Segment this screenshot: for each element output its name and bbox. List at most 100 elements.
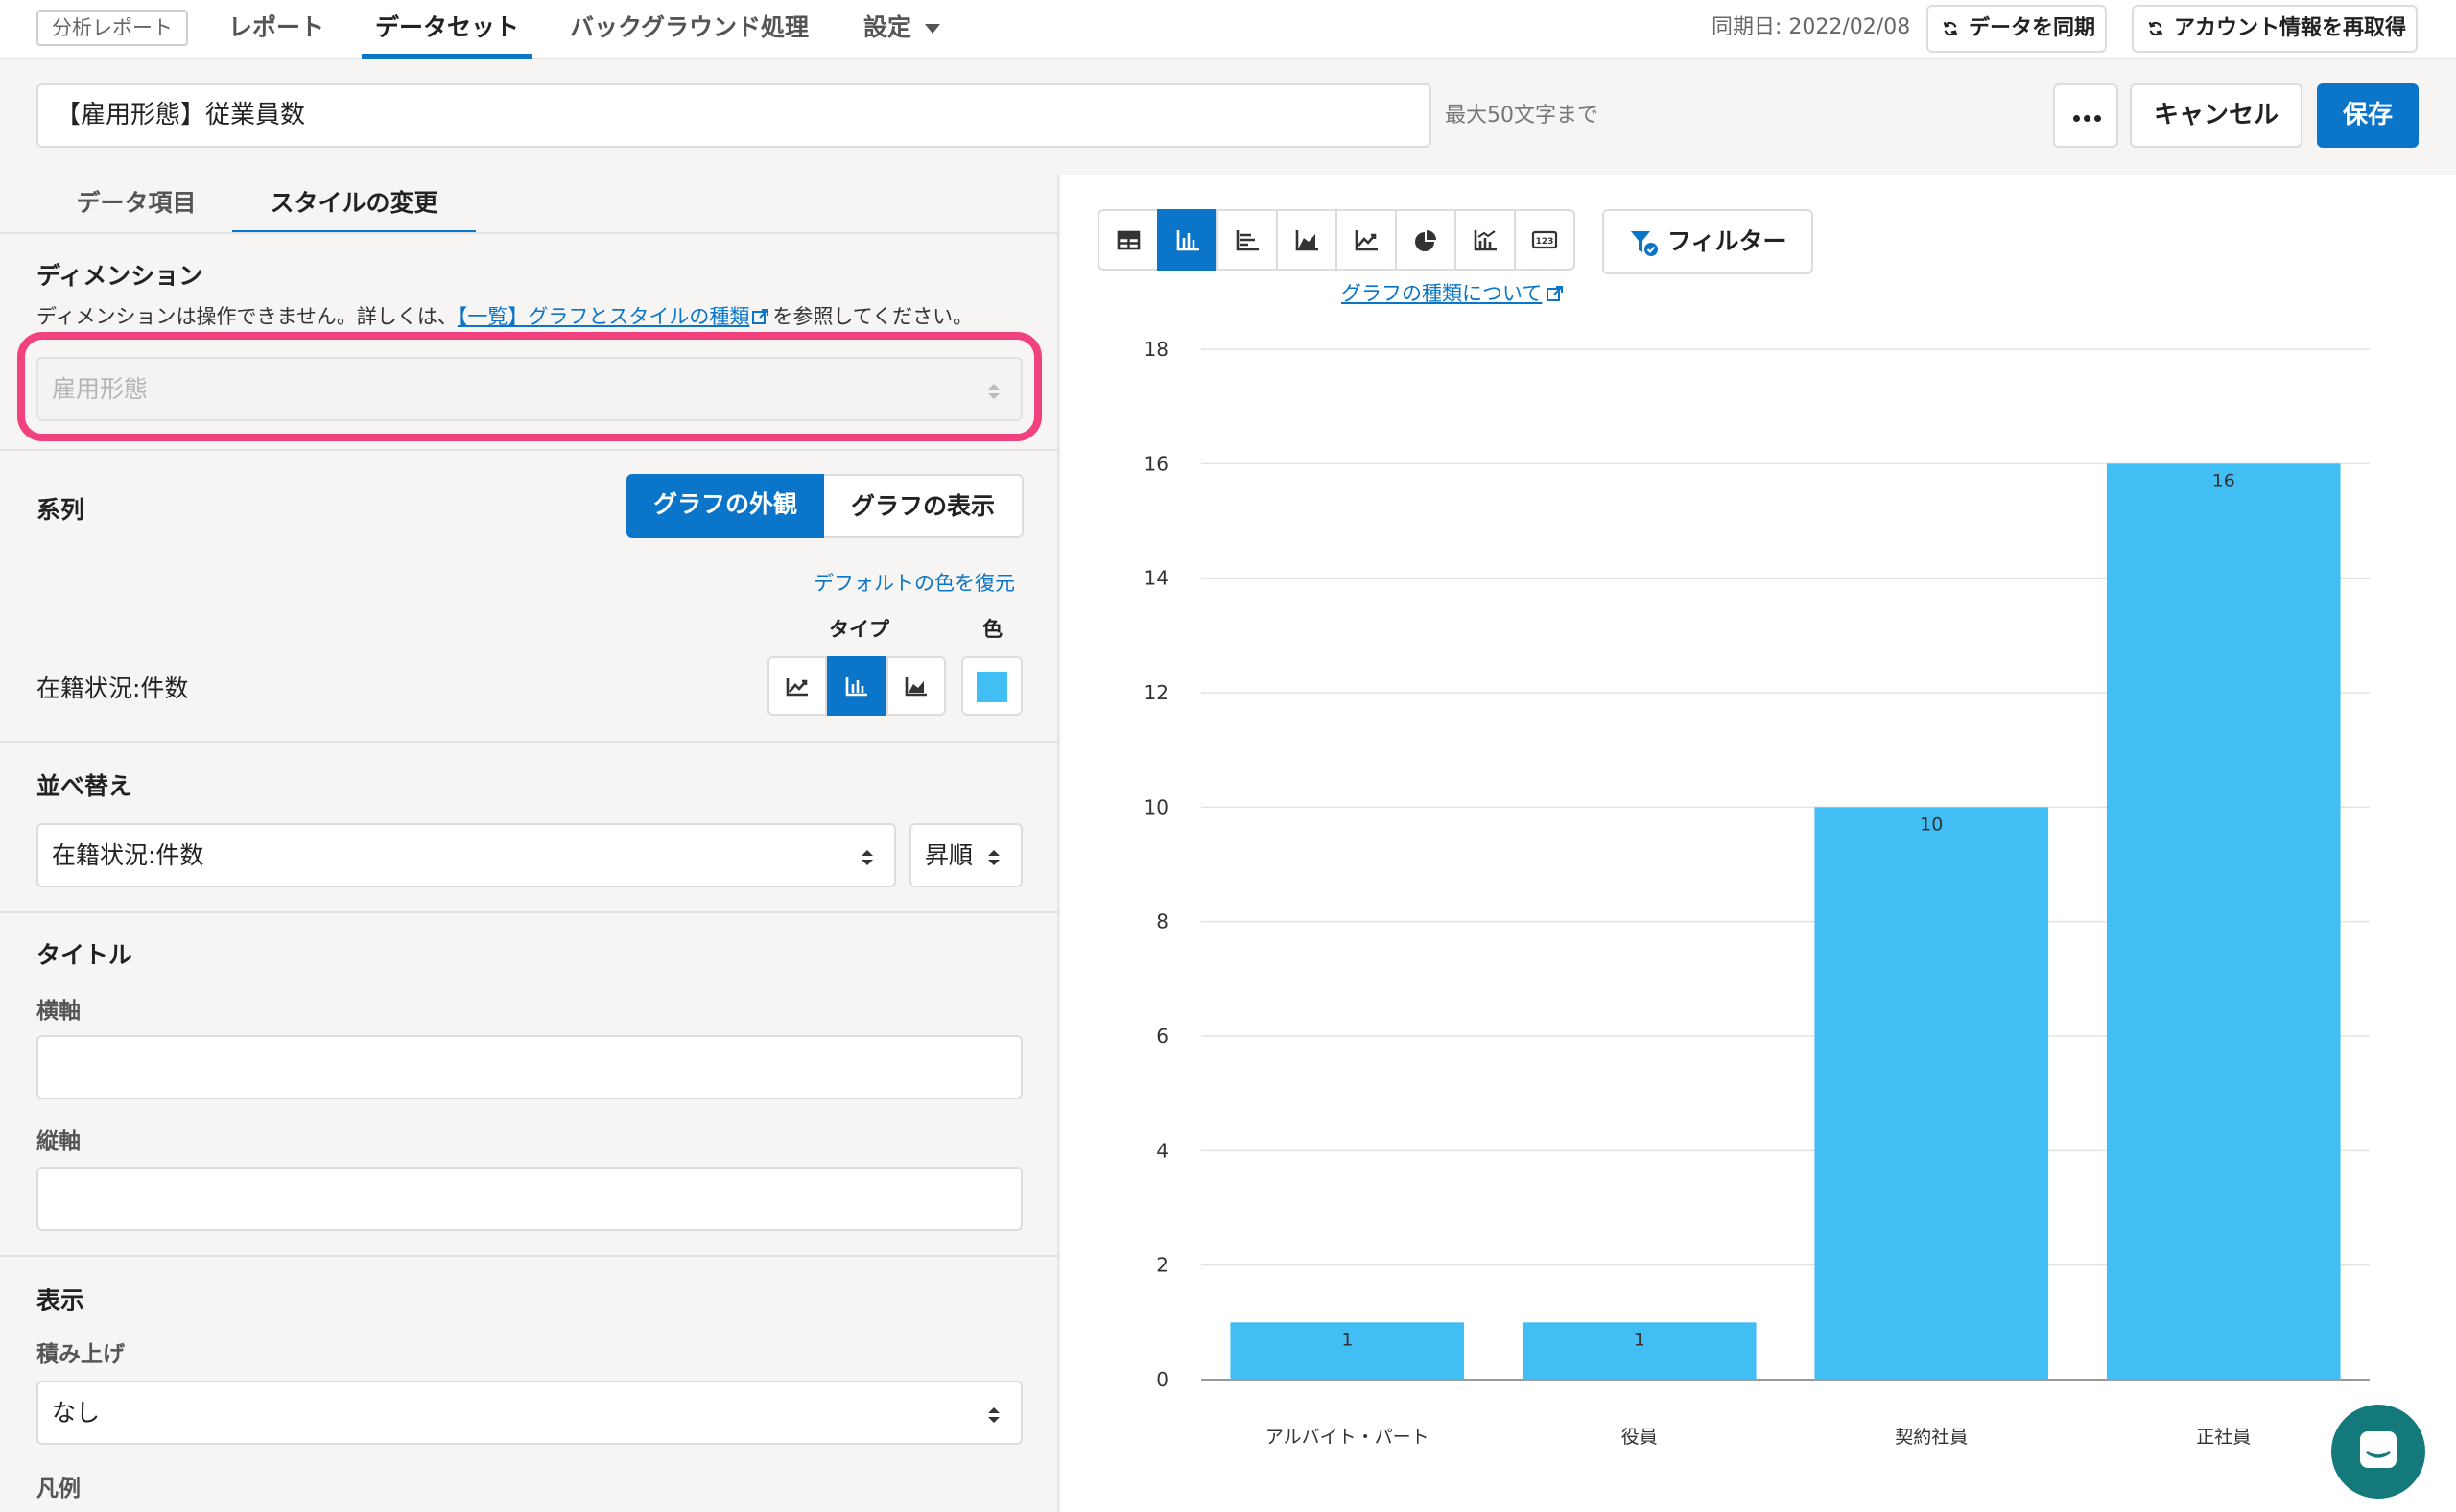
- sort-field-value: 在籍状況:件数: [52, 841, 204, 869]
- stack-select-value: なし: [52, 1399, 101, 1427]
- stack-label: 積み上げ: [36, 1342, 125, 1367]
- refetch-account-button[interactable]: アカウント情報を再取得: [2132, 5, 2418, 53]
- dimension-heading: ディメンション: [36, 262, 203, 290]
- chat-support-button[interactable]: [2331, 1405, 2425, 1499]
- svg-text:123: 123: [1536, 237, 1554, 247]
- y-tick-label: 16: [1145, 452, 1169, 475]
- more-dot: [2084, 115, 2090, 122]
- nav-tab-datasets[interactable]: データセット: [362, 0, 533, 59]
- section-divider: [0, 911, 1057, 913]
- line-chart-icon: [1355, 230, 1378, 251]
- dimension-select: 雇用形態: [36, 357, 1023, 421]
- chat-icon: [2360, 1431, 2397, 1468]
- x-tick-label: アルバイト・パート: [1265, 1427, 1429, 1448]
- data-label: 1: [1341, 1329, 1353, 1350]
- chart-type-horizontal-bar-button[interactable]: [1216, 209, 1278, 271]
- y-tick-label: 6: [1156, 1025, 1169, 1048]
- filter-label: フィルター: [1667, 227, 1787, 255]
- more-options-button[interactable]: [2053, 83, 2118, 148]
- report-title-input[interactable]: 【雇用形態】従業員数: [36, 83, 1431, 148]
- app-brand-tag: 分析レポート: [36, 10, 188, 46]
- chart-type-combo-button[interactable]: [1454, 209, 1516, 271]
- chart-type-bar-button[interactable]: [1157, 209, 1218, 271]
- refresh-icon: [2148, 21, 2163, 36]
- sort-order-select[interactable]: 昇順: [909, 823, 1023, 887]
- select-updown-icon: [988, 384, 1000, 399]
- chart-type-pie-button[interactable]: [1395, 209, 1456, 271]
- seg-graph-appearance[interactable]: グラフの外観: [626, 474, 824, 538]
- series-color-button[interactable]: [961, 656, 1023, 716]
- legend-label: 凡例: [36, 1477, 81, 1501]
- chart-preview-panel: 123 フィルター グラフの種類について 0 2 4 6 8 10 12 14 16 18 1 アルバ…: [1061, 175, 2456, 1512]
- y-tick-label: 18: [1145, 338, 1169, 361]
- type-column-label: タイプ: [829, 618, 889, 641]
- section-divider: [0, 741, 1057, 743]
- section-divider: [0, 449, 1057, 451]
- x-tick-label: 役員: [1621, 1427, 1658, 1448]
- sort-field-select[interactable]: 在籍状況:件数: [36, 823, 896, 887]
- dimension-select-value: 雇用形態: [52, 375, 149, 403]
- data-label: 16: [2212, 470, 2235, 491]
- more-dots-icon: [2073, 115, 2080, 122]
- line-chart-icon: [786, 678, 808, 697]
- stack-select[interactable]: なし: [36, 1381, 1023, 1445]
- chart-type-info-link[interactable]: グラフの種類について: [1341, 278, 1565, 307]
- y-axis-title-label: 縦軸: [36, 1129, 81, 1154]
- chart-type-area-button[interactable]: [1276, 209, 1337, 271]
- settings-panel: データ項目 スタイルの変更 ディメンション ディメンションは操作できません。詳し…: [0, 175, 1059, 1512]
- select-updown-icon: [988, 1407, 1000, 1423]
- series-type-line-button[interactable]: [768, 656, 827, 716]
- horizontal-bar-chart-icon: [1236, 230, 1259, 251]
- y-axis-title-input[interactable]: [36, 1167, 1023, 1231]
- data-label: 10: [1920, 814, 1943, 835]
- y-tick-label: 4: [1156, 1139, 1169, 1162]
- sync-data-label: データを同期: [1969, 16, 2096, 40]
- external-link-icon: [1547, 286, 1564, 301]
- external-link-icon: [752, 309, 769, 324]
- color-column-label: 色: [982, 618, 1003, 641]
- x-axis-title-input[interactable]: [36, 1035, 1023, 1099]
- area-chart-icon: [1295, 230, 1318, 251]
- chart-style-list-link[interactable]: 【一覧】グラフとスタイルの種類: [458, 305, 750, 328]
- chart-type-number-button[interactable]: 123: [1514, 209, 1575, 271]
- y-tick-label: 0: [1156, 1368, 1169, 1391]
- select-updown-icon: [862, 850, 873, 865]
- y-tick-label: 14: [1145, 567, 1169, 590]
- y-tick-label: 12: [1145, 681, 1169, 704]
- x-tick-label: 正社員: [2196, 1427, 2251, 1448]
- tab-divider: [0, 232, 1057, 234]
- save-button[interactable]: 保存: [2317, 83, 2419, 148]
- nav-tab-reports[interactable]: レポート: [228, 0, 324, 59]
- dimension-desc-text: ディメンションは操作できません。詳しくは、: [36, 305, 458, 328]
- chart-type-table-button[interactable]: [1098, 209, 1159, 271]
- series-segment-control: グラフの外観 グラフの表示: [626, 474, 1024, 538]
- dimension-desc-tail: を参照してください。: [772, 305, 974, 328]
- refetch-account-label: アカウント情報を再取得: [2174, 16, 2407, 40]
- nav-tab-background-jobs[interactable]: バックグラウンド処理: [570, 0, 809, 59]
- restore-default-colors-link[interactable]: デフォルトの色を復元: [814, 568, 1015, 597]
- bar-chart-icon: [1176, 230, 1199, 251]
- combo-chart-icon: [1474, 230, 1497, 251]
- cancel-button[interactable]: キャンセル: [2130, 83, 2302, 148]
- series-type-bar-button[interactable]: [827, 656, 886, 716]
- seg-graph-display[interactable]: グラフの表示: [824, 474, 1024, 538]
- sync-data-button[interactable]: データを同期: [1926, 5, 2107, 53]
- pie-chart-icon: [1415, 230, 1436, 251]
- filter-button[interactable]: フィルター: [1602, 209, 1813, 274]
- sync-date-text: 同期日: 2022/02/08: [1712, 15, 1911, 39]
- section-divider: [0, 1255, 1057, 1257]
- sort-order-value: 昇順: [925, 841, 974, 869]
- tab-style-settings[interactable]: スタイルの変更: [232, 175, 476, 234]
- nav-tab-settings[interactable]: 設定: [863, 0, 941, 59]
- refresh-icon: [1943, 21, 1958, 36]
- table-icon: [1117, 230, 1141, 250]
- tab-data-items[interactable]: データ項目: [59, 175, 213, 234]
- sort-heading: 並べ替え: [36, 772, 133, 800]
- bar: [1814, 807, 2049, 1380]
- x-axis-title-label: 横軸: [36, 999, 81, 1024]
- filter-icon: [1631, 231, 1658, 256]
- chart-type-line-button[interactable]: [1335, 209, 1397, 271]
- series-type-area-button[interactable]: [886, 656, 946, 716]
- nav-tab-settings-label: 設定: [863, 13, 912, 41]
- bar: [2106, 463, 2341, 1380]
